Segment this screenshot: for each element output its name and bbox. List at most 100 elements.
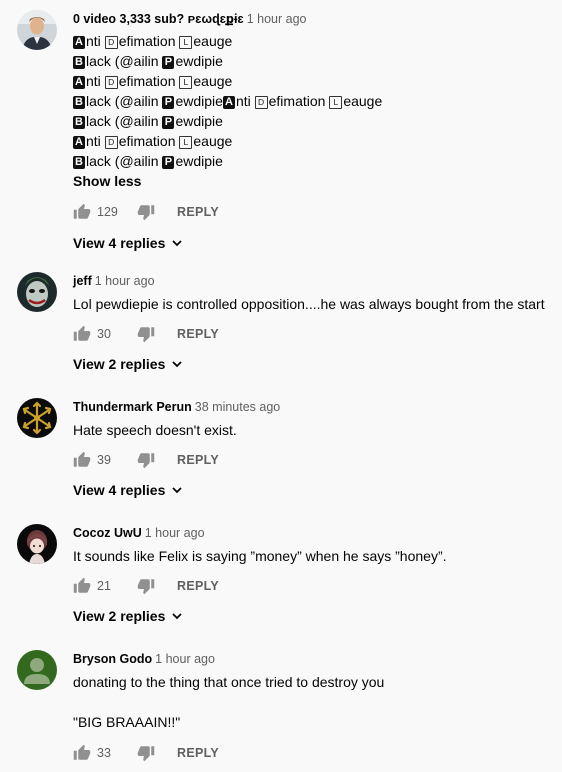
comment-text-line: donating to the thing that once tried to… bbox=[73, 674, 385, 690]
thumb-down-icon[interactable] bbox=[137, 577, 155, 595]
text-run: ewdipie bbox=[175, 113, 223, 129]
enclosed-letter: P bbox=[162, 96, 175, 109]
comment-header: Bryson Godo 1 hour ago bbox=[73, 650, 558, 668]
action-bar: 33 REPLY bbox=[73, 741, 558, 765]
comment-body: 0 video 3,333 sub? ᴘɛωɖɛքɨɛ 1 hour ago An… bbox=[73, 10, 558, 253]
chevron-down-icon bbox=[169, 356, 185, 372]
enclosed-letter: A bbox=[73, 36, 85, 49]
text-run: eauge bbox=[343, 93, 383, 109]
text-run: efimation bbox=[268, 93, 330, 109]
author-name[interactable]: 0 video 3,333 sub? ᴘɛωɖɛքɨɛ bbox=[73, 12, 244, 26]
author-name[interactable]: Cocoz UwU bbox=[73, 526, 142, 540]
thumb-up-icon[interactable] bbox=[73, 325, 91, 343]
view-replies-label: View 2 replies bbox=[73, 356, 166, 372]
show-less-button[interactable]: Show less bbox=[73, 172, 558, 190]
action-bar: 30 REPLY bbox=[73, 322, 558, 346]
thumb-down-icon[interactable] bbox=[137, 203, 155, 221]
thumb-up-icon[interactable] bbox=[73, 577, 91, 595]
boxed-letter: D bbox=[104, 136, 118, 149]
reply-button[interactable]: REPLY bbox=[177, 579, 219, 593]
comment-header: jeff 1 hour ago bbox=[73, 272, 558, 290]
like-count: 21 bbox=[97, 579, 111, 593]
boxed-letter: L bbox=[179, 76, 193, 89]
comment-text-line: Black (@ailin Pewdipie bbox=[73, 111, 558, 131]
boxed-letter: L bbox=[179, 136, 193, 149]
avatar[interactable] bbox=[17, 272, 57, 312]
boxed-letter: L bbox=[329, 96, 343, 109]
avatar[interactable] bbox=[17, 524, 57, 564]
text-run: nti bbox=[86, 133, 105, 149]
view-replies-button[interactable]: View 4 replies bbox=[73, 233, 558, 253]
action-bar: 39 REPLY bbox=[73, 448, 558, 472]
comment-header: Thundermark Perun 38 minutes ago bbox=[73, 398, 558, 416]
enclosed-letter: B bbox=[73, 156, 85, 169]
timestamp[interactable]: 1 hour ago bbox=[95, 274, 155, 288]
avatar[interactable] bbox=[17, 650, 57, 690]
enclosed-letter: B bbox=[73, 116, 85, 129]
enclosed-letter: P bbox=[162, 56, 175, 69]
text-run: lack (@ailin bbox=[86, 153, 163, 169]
view-replies-button[interactable]: View 2 replies bbox=[73, 606, 558, 626]
text-run: nti bbox=[235, 93, 255, 109]
text-run: efimation bbox=[118, 73, 180, 89]
view-replies-label: View 4 replies bbox=[73, 235, 166, 251]
enclosed-letter: A bbox=[73, 136, 85, 149]
view-replies-button[interactable]: View 4 replies bbox=[73, 480, 558, 500]
chevron-down-icon bbox=[169, 482, 185, 498]
author-name[interactable]: Bryson Godo bbox=[73, 652, 152, 666]
view-replies-label: View 4 replies bbox=[73, 482, 166, 498]
text-run: lack (@ailin bbox=[86, 113, 163, 129]
text-run: eauge bbox=[193, 133, 233, 149]
enclosed-letter: B bbox=[73, 56, 85, 69]
text-run: ewdipie bbox=[175, 93, 223, 109]
thumb-down-icon[interactable] bbox=[137, 325, 155, 343]
comment-header: Cocoz UwU 1 hour ago bbox=[73, 524, 558, 542]
enclosed-letter: P bbox=[162, 156, 175, 169]
enclosed-letter: A bbox=[222, 96, 235, 109]
boxed-letter: D bbox=[254, 96, 268, 109]
author-name[interactable]: jeff bbox=[73, 274, 92, 288]
timestamp[interactable]: 38 minutes ago bbox=[195, 400, 280, 414]
reply-button[interactable]: REPLY bbox=[177, 746, 219, 760]
thumb-up-icon[interactable] bbox=[73, 451, 91, 469]
author-name[interactable]: Thundermark Perun bbox=[73, 400, 192, 414]
avatar[interactable] bbox=[17, 10, 57, 50]
text-run: lack (@ailin bbox=[86, 93, 163, 109]
timestamp[interactable]: 1 hour ago bbox=[145, 526, 205, 540]
enclosed-letter: P bbox=[162, 116, 175, 129]
thumb-down-icon[interactable] bbox=[137, 451, 155, 469]
timestamp[interactable]: 1 hour ago bbox=[247, 12, 307, 26]
like-count: 129 bbox=[97, 205, 118, 219]
boxed-letter: D bbox=[104, 76, 118, 89]
chevron-down-icon bbox=[169, 235, 185, 251]
like-count: 30 bbox=[97, 327, 111, 341]
text-run: efimation bbox=[118, 133, 180, 149]
comment-text: donating to the thing that once tried to… bbox=[73, 672, 558, 732]
comment-body: Bryson Godo 1 hour ago donating to the th… bbox=[73, 650, 558, 765]
text-run: eauge bbox=[193, 73, 233, 89]
comment-body: jeff 1 hour ago Lol pewdiepie is controll… bbox=[73, 272, 558, 374]
thumb-up-icon[interactable] bbox=[73, 744, 91, 762]
thumb-up-icon[interactable] bbox=[73, 203, 91, 221]
like-count: 33 bbox=[97, 746, 111, 760]
reply-button[interactable]: REPLY bbox=[177, 205, 219, 219]
comment-text: Lol pewdiepie is controlled opposition..… bbox=[73, 296, 545, 312]
view-replies-button[interactable]: View 2 replies bbox=[73, 354, 558, 374]
comment-text-line: Black (@ailin Pewdipie Anti Defimation Le… bbox=[73, 91, 558, 111]
reply-button[interactable]: REPLY bbox=[177, 327, 219, 341]
action-bar: 21 REPLY bbox=[73, 574, 558, 598]
view-replies-label: View 2 replies bbox=[73, 608, 166, 624]
comment-text-line: Anti Defimation Leauge bbox=[73, 131, 558, 151]
text-run: nti bbox=[86, 33, 105, 49]
text-run: ewdipie bbox=[175, 153, 223, 169]
timestamp[interactable]: 1 hour ago bbox=[155, 652, 215, 666]
reply-button[interactable]: REPLY bbox=[177, 453, 219, 467]
avatar[interactable] bbox=[17, 398, 57, 438]
thumb-down-icon[interactable] bbox=[137, 744, 155, 762]
text-run: ewdipie bbox=[175, 53, 223, 69]
text-run: eauge bbox=[193, 33, 233, 49]
boxed-letter: L bbox=[179, 36, 193, 49]
boxed-letter: D bbox=[104, 36, 118, 49]
like-count: 39 bbox=[97, 453, 111, 467]
